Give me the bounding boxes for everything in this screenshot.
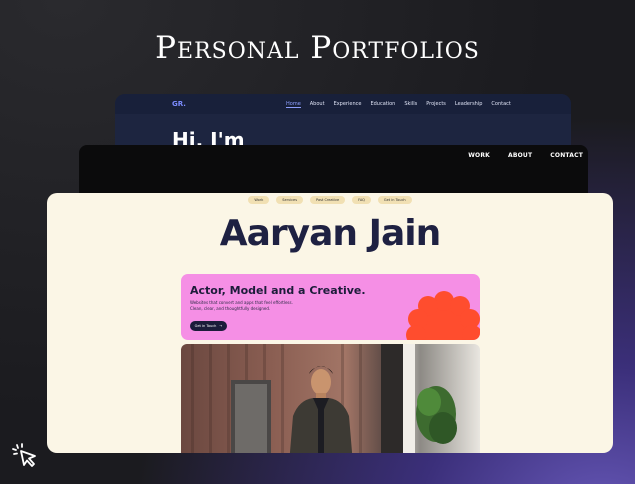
card3-nav-pills: Work Services Past Creative FAQ Get in T… — [47, 196, 613, 204]
flower-decoration — [406, 291, 480, 340]
pill-services[interactable]: Services — [276, 196, 304, 204]
card2-nav-work[interactable]: WORK — [468, 152, 490, 159]
card1-nav-home[interactable]: Home — [286, 101, 301, 108]
card1-nav-experience[interactable]: Experience — [334, 101, 362, 108]
portfolio-card-aaryan[interactable]: Work Services Past Creative FAQ Get in T… — [47, 193, 613, 453]
pill-faq[interactable]: FAQ — [352, 196, 371, 204]
intro-panel: Actor, Model and a Creative. Websites th… — [181, 274, 480, 340]
pill-past-creative[interactable]: Past Creative — [310, 196, 346, 204]
headline: Personal Portfolios — [155, 30, 480, 66]
get-in-touch-button[interactable]: Get in Touch → — [190, 321, 227, 331]
card2-nav-links: WORK ABOUT CONTACT — [468, 152, 583, 159]
card1-nav-education[interactable]: Education — [370, 101, 395, 108]
card1-logo[interactable]: GR. — [172, 100, 186, 108]
portrait-photo — [181, 344, 480, 453]
card1-nav-about[interactable]: About — [310, 101, 325, 108]
arrow-right-icon: → — [219, 324, 223, 328]
cursor-click-icon — [12, 443, 36, 467]
card1-nav-contact[interactable]: Contact — [491, 101, 510, 108]
get-in-touch-label: Get in Touch — [194, 324, 217, 328]
intro-tagline: Actor, Model and a Creative. — [190, 284, 366, 297]
pill-work[interactable]: Work — [248, 196, 270, 204]
card2-nav-about[interactable]: ABOUT — [508, 152, 532, 159]
card1-nav-leadership[interactable]: Leadership — [455, 101, 482, 108]
card2-nav-contact[interactable]: CONTACT — [550, 152, 583, 159]
card1-nav-skills[interactable]: Skills — [404, 101, 417, 108]
card1-nav-links: Home About Experience Education Skills P… — [286, 101, 511, 108]
intro-subtext-2: Clean, clear, and thoughtfully designed. — [190, 306, 271, 311]
portfolio-name: Aaryan Jain — [219, 213, 442, 254]
pill-get-in-touch[interactable]: Get in Touch — [377, 196, 412, 204]
intro-subtext-1: Websites that convert and apps that feel… — [190, 300, 293, 305]
card1-nav-projects[interactable]: Projects — [426, 101, 446, 108]
